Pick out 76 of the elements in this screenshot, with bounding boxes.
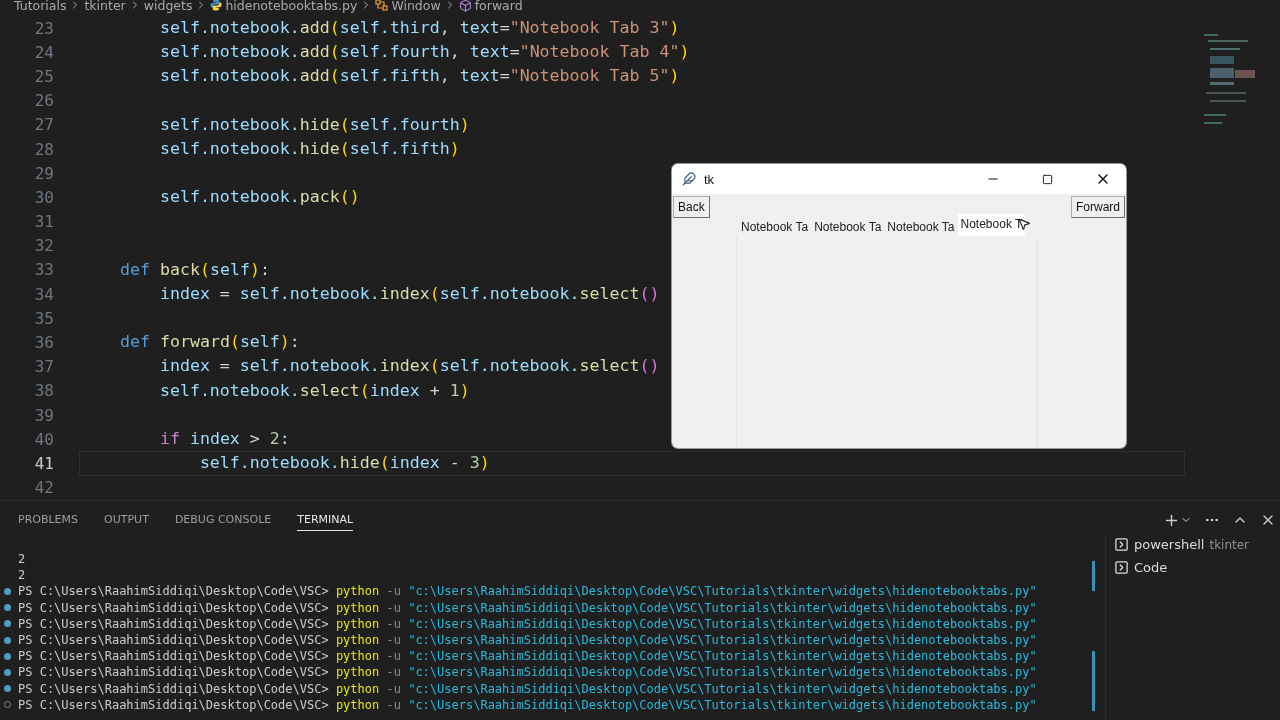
line-number: 37 [33,357,54,377]
line-number: 31 [33,212,54,232]
code-line: self.notebook.select(index + 1) [158,382,470,400]
command-status-dot[interactable] [4,636,11,644]
code-line: index = self.notebook.index(self.notebook.select() [158,358,660,375]
line-number: 38 [33,381,54,401]
code-line: def back(self): [118,261,270,279]
code-line: self.notebook.add(self.fourth, text="Notebook Tab 4") [158,44,690,61]
breadcrumb-item[interactable]: hidenotebooktabs.py [225,0,358,13]
code-line: if index > 2: [158,431,290,448]
command-status-dot[interactable] [4,587,11,595]
line-number: 42 [33,478,54,498]
command-status-dot[interactable] [4,604,11,612]
scroll-marker [1092,651,1095,711]
line-number: 24 [33,42,54,62]
panel-tab[interactable]: PROBLEMS [18,509,79,531]
line-number: 33 [33,260,54,280]
terminal-output: 2 [18,568,26,583]
code-line: self.notebook.add(self.fifth, text="Notebook Tab 5") [158,68,680,85]
command-status-dot[interactable] [4,668,11,676]
code-line: def forward(self): [118,334,300,351]
panel-tab[interactable]: DEBUG CONSOLE [174,509,272,531]
mouse-cursor-icon [1017,217,1032,231]
line-number: 26 [33,91,54,111]
breadcrumb-item[interactable]: widgets [143,0,193,13]
code-line: self.notebook.hide(index - 3) [198,455,490,472]
python-file-icon [210,0,223,11]
breadcrumb-item[interactable]: Window [391,0,441,13]
terminal-name[interactable]: powershell [1134,537,1205,552]
code-line: self.notebook.hide(self.fifth) [158,140,460,158]
forward-button[interactable]: Forward [1071,196,1125,218]
breadcrumb-item[interactable]: Tutorials [14,0,67,13]
line-number: 34 [33,284,54,304]
cube-icon [458,0,472,12]
command-status-dot[interactable] [4,620,11,628]
breadcrumb-item[interactable]: forward [474,0,523,13]
class-icon [375,0,389,11]
panel-tab[interactable]: TERMINAL [297,509,354,531]
line-number: 30 [33,187,54,207]
code-line: self.notebook.hide(self.fourth) [158,116,470,134]
terminal-command-line: PS C:\Users\RaahimSiddiqi\Desktop\Code\VSC> python -u "c:\Users\RaahimSiddiqi\Desktop\Code\VSC\Tutorials\tkinter\widgets\hidenotebooktabs.py" [18,584,1037,599]
maximize-icon[interactable] [1042,173,1053,185]
line-number: 25 [33,66,54,86]
terminal-command-line: PS C:\Users\RaahimSiddiqi\Desktop\Code\VSC> python -u "c:\Users\RaahimSiddiqi\Desktop\Code\VSC\Tutorials\tkinter\widgets\hidenotebooktabs.py" [18,681,1037,696]
command-status-dot[interactable] [4,685,11,693]
line-number: 27 [33,115,54,135]
panel-tab[interactable]: OUTPUT [104,509,149,531]
line-number: 36 [33,333,54,353]
code-line: self.notebook.pack() [158,189,360,206]
line-number: 35 [33,308,54,328]
command-status-dot[interactable] [4,652,11,660]
terminal-command-line: PS C:\Users\RaahimSiddiqi\Desktop\Code\VSC> python -u "c:\Users\RaahimSiddiqi\Desktop\Code\VSC\Tutorials\tkinter\widgets\hidenotebooktabs.py" [18,649,1037,664]
terminal-command-line: PS C:\Users\RaahimSiddiqi\Desktop\Code\VSC> python -u "c:\Users\RaahimSiddiqi\Desktop\Code\VSC\Tutorials\tkinter\widgets\hidenotebooktabs.py" [18,697,1037,712]
terminal-command-line: PS C:\Users\RaahimSiddiqi\Desktop\Code\VSC> python -u "c:\Users\RaahimSiddiqi\Desktop\Code\VSC\Tutorials\tkinter\widgets\hidenotebooktabs.py" [18,616,1037,631]
line-number: 40 [33,429,54,449]
code-line: index = self.notebook.index(self.notebook.select() [158,285,660,303]
feather-icon [682,172,696,186]
breadcrumb-item[interactable]: tkinter [84,0,126,13]
line-number: 41 [33,453,54,473]
line-number: 28 [33,139,54,159]
line-number: 29 [33,163,54,183]
terminal-command-line: PS C:\Users\RaahimSiddiqi\Desktop\Code\VSC> python -u "c:\Users\RaahimSiddiqi\Desktop\Code\VSC\Tutorials\tkinter\widgets\hidenotebooktabs.py" [18,600,1037,615]
window-title: tk [704,171,715,187]
code-line: self.notebook.add(self.third, text="Notebook Tab 3") [158,19,680,37]
terminal-detail: tkinter [1209,537,1250,552]
terminal-command-line: PS C:\Users\RaahimSiddiqi\Desktop\Code\VSC> python -u "c:\Users\RaahimSiddiqi\Desktop\Code\VSC\Tutorials\tkinter\widgets\hidenotebooktabs.py" [18,633,1037,648]
line-number: 23 [33,18,54,38]
line-number: 32 [33,236,54,256]
line-number: 39 [33,405,54,425]
terminal-output: 2 [18,552,26,567]
terminal-icon [1114,537,1129,552]
back-button[interactable]: Back [673,196,710,218]
scroll-marker [1092,561,1095,591]
terminal-command-line: PS C:\Users\RaahimSiddiqi\Desktop\Code\VSC> python -u "c:\Users\RaahimSiddiqi\Desktop\Code\VSC\Tutorials\tkinter\widgets\hidenotebooktabs.py" [18,665,1037,680]
terminal-name[interactable]: Code [1134,560,1168,575]
terminal-icon [1114,560,1129,575]
